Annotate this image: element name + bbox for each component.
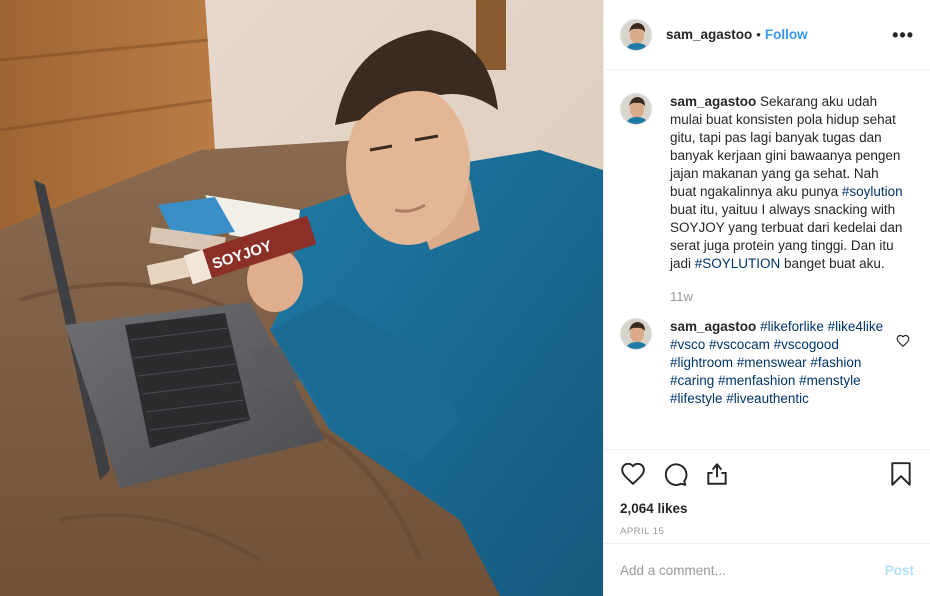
- comment-text: sam_agastoo #likeforlike #like4like #vsc…: [670, 318, 890, 408]
- post-photo[interactable]: SOYJOY: [0, 0, 603, 596]
- likes-count[interactable]: 2,064 likes: [620, 501, 914, 516]
- hashtag[interactable]: #vscocam: [709, 337, 770, 352]
- post-comment-button[interactable]: Post: [885, 563, 914, 578]
- hashtag-soylution-upper[interactable]: #SOYLUTION: [695, 256, 781, 271]
- hashtag[interactable]: #vsco: [670, 337, 705, 352]
- comments-section: sam_agastoo Sekarang aku udah mulai buat…: [604, 71, 930, 449]
- caption-part-3: banget buat aku.: [780, 256, 885, 271]
- follow-button[interactable]: Follow: [765, 27, 808, 42]
- hashtag-soylution[interactable]: #soylution: [842, 184, 903, 199]
- username[interactable]: sam_agastoo: [666, 27, 752, 42]
- avatar[interactable]: [620, 18, 652, 51]
- separator-dot: •: [756, 27, 761, 42]
- add-comment-bar: Post: [604, 543, 930, 596]
- share-icon[interactable]: [704, 461, 730, 487]
- hashtag[interactable]: #likeforlike: [760, 319, 824, 334]
- caption-avatar[interactable]: [620, 93, 652, 125]
- hashtag[interactable]: #menstyle: [799, 373, 861, 388]
- heart-icon[interactable]: [620, 461, 646, 487]
- post-image: SOYJOY: [0, 0, 603, 596]
- more-options-icon[interactable]: •••: [892, 26, 914, 44]
- hashtag[interactable]: #vscogood: [774, 337, 839, 352]
- avatar-image: [621, 19, 651, 50]
- hashtag[interactable]: #liveauthentic: [726, 391, 809, 406]
- hashtag[interactable]: #caring: [670, 373, 714, 388]
- caption-text: sam_agastoo Sekarang aku udah mulai buat…: [670, 93, 906, 273]
- hashtag[interactable]: #lifestyle: [670, 391, 723, 406]
- hashtag[interactable]: #menswear: [737, 355, 807, 370]
- hashtag[interactable]: #fashion: [810, 355, 861, 370]
- hashtag[interactable]: #like4like: [828, 319, 884, 334]
- post-panel: sam_agastoo • Follow ••• sam_agastoo Sek…: [603, 0, 930, 596]
- action-icons: [620, 460, 914, 488]
- caption-row: sam_agastoo Sekarang aku udah mulai buat…: [620, 93, 914, 273]
- post-header: sam_agastoo • Follow •••: [604, 0, 930, 70]
- hashtag[interactable]: #menfashion: [718, 373, 795, 388]
- caption-username[interactable]: sam_agastoo: [670, 94, 756, 109]
- small-heart-icon[interactable]: [896, 334, 910, 348]
- comment-input[interactable]: [620, 562, 885, 578]
- comment-row: sam_agastoo #likeforlike #like4like #vsc…: [620, 318, 914, 408]
- avatar-image: [621, 94, 651, 124]
- hashtag[interactable]: #lightroom: [670, 355, 733, 370]
- comment-username[interactable]: sam_agastoo: [670, 319, 756, 334]
- caption-time[interactable]: 11w: [670, 289, 914, 304]
- comment-icon[interactable]: [662, 461, 688, 487]
- comment-avatar[interactable]: [620, 318, 652, 350]
- bookmark-icon[interactable]: [888, 461, 914, 487]
- avatar-image: [621, 319, 651, 349]
- actions-section: 2,064 likes APRIL 15: [604, 449, 930, 537]
- post-date[interactable]: APRIL 15: [620, 526, 914, 537]
